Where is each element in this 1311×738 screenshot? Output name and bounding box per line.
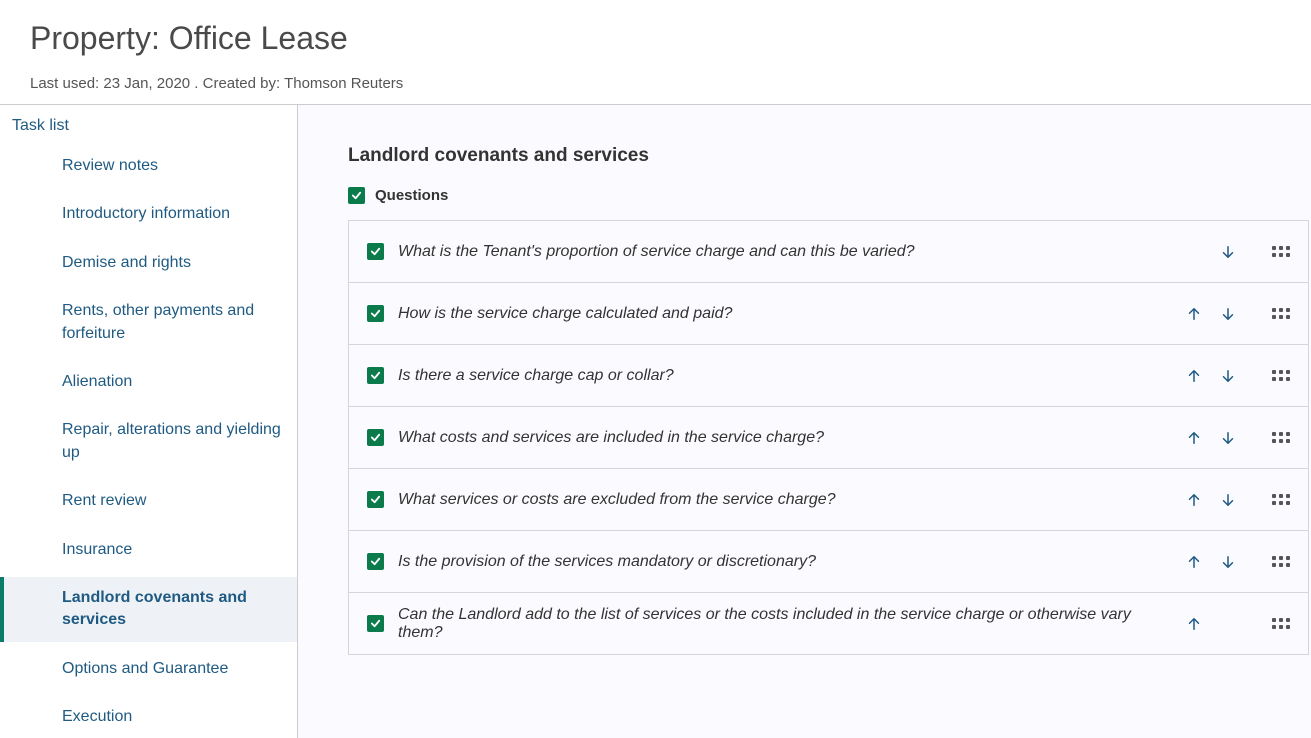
question-text: Is there a service charge cap or collar?	[398, 367, 1168, 385]
move-down-button[interactable]	[1216, 488, 1240, 512]
question-checkbox[interactable]	[367, 367, 384, 384]
move-down-button[interactable]	[1216, 302, 1240, 326]
question-checkbox[interactable]	[367, 243, 384, 260]
question-checkbox[interactable]	[367, 491, 384, 508]
move-up-button[interactable]	[1182, 488, 1206, 512]
drag-handle-icon[interactable]	[1272, 246, 1290, 257]
question-text: What costs and services are included in …	[398, 429, 1168, 447]
sidebar-item[interactable]: Demise and rights	[0, 242, 297, 284]
move-up-button[interactable]	[1182, 550, 1206, 574]
question-row: What services or costs are excluded from…	[349, 469, 1308, 531]
sidebar-item[interactable]: Rent review	[0, 480, 297, 522]
row-actions	[1182, 302, 1290, 326]
move-up-button[interactable]	[1182, 302, 1206, 326]
sidebar-item[interactable]: Execution	[0, 696, 297, 738]
sidebar-item[interactable]: Review notes	[0, 145, 297, 187]
questions-toggle-checkbox[interactable]	[348, 187, 365, 204]
row-actions	[1182, 612, 1290, 636]
drag-handle-icon[interactable]	[1272, 556, 1290, 567]
main-panel: Landlord covenants and services Question…	[298, 105, 1311, 738]
row-actions	[1182, 240, 1290, 264]
sidebar-title[interactable]: Task list	[0, 105, 297, 145]
page-title: Property: Office Lease	[30, 20, 1281, 57]
row-actions	[1182, 550, 1290, 574]
question-row: What costs and services are included in …	[349, 407, 1308, 469]
question-row: Is the provision of the services mandato…	[349, 531, 1308, 593]
question-text: How is the service charge calculated and…	[398, 305, 1168, 323]
question-text: What services or costs are excluded from…	[398, 491, 1168, 509]
question-text: Can the Landlord add to the list of serv…	[398, 606, 1168, 642]
move-down-button[interactable]	[1216, 240, 1240, 264]
question-row: Is there a service charge cap or collar?	[349, 345, 1308, 407]
page-meta: Last used: 23 Jan, 2020 . Created by: Th…	[30, 75, 1281, 92]
page-header: Property: Office Lease Last used: 23 Jan…	[0, 0, 1311, 105]
drag-handle-icon[interactable]	[1272, 432, 1290, 443]
move-up-button[interactable]	[1182, 426, 1206, 450]
section-title: Landlord covenants and services	[348, 145, 1311, 167]
question-text: Is the provision of the services mandato…	[398, 553, 1168, 571]
question-checkbox[interactable]	[367, 429, 384, 446]
question-row: What is the Tenant's proportion of servi…	[349, 221, 1308, 283]
question-checkbox[interactable]	[367, 615, 384, 632]
question-checkbox[interactable]	[367, 305, 384, 322]
sidebar-item[interactable]: Options and Guarantee	[0, 648, 297, 690]
move-down-button[interactable]	[1216, 426, 1240, 450]
row-actions	[1182, 488, 1290, 512]
drag-handle-icon[interactable]	[1272, 618, 1290, 629]
row-actions	[1182, 364, 1290, 388]
move-down-button[interactable]	[1216, 550, 1240, 574]
sidebar[interactable]: Task list Review notes Introductory infor…	[0, 105, 298, 738]
drag-handle-icon[interactable]	[1272, 370, 1290, 381]
move-up-button[interactable]	[1182, 612, 1206, 636]
move-down-button[interactable]	[1216, 364, 1240, 388]
sidebar-item[interactable]: Landlord covenants and services	[0, 577, 297, 642]
sidebar-item[interactable]: Repair, alterations and yielding up	[0, 409, 297, 474]
sidebar-item[interactable]: Rents, other payments and forfeiture	[0, 290, 297, 355]
question-text: What is the Tenant's proportion of servi…	[398, 243, 1168, 261]
questions-label: Questions	[375, 187, 448, 204]
move-up-button[interactable]	[1182, 364, 1206, 388]
question-checkbox[interactable]	[367, 553, 384, 570]
question-row: How is the service charge calculated and…	[349, 283, 1308, 345]
drag-handle-icon[interactable]	[1272, 308, 1290, 319]
sidebar-item[interactable]: Alienation	[0, 361, 297, 403]
questions-table: What is the Tenant's proportion of servi…	[348, 220, 1309, 655]
question-row: Can the Landlord add to the list of serv…	[349, 593, 1308, 655]
sidebar-item[interactable]: Insurance	[0, 529, 297, 571]
row-actions	[1182, 426, 1290, 450]
drag-handle-icon[interactable]	[1272, 494, 1290, 505]
sidebar-item[interactable]: Introductory information	[0, 193, 297, 235]
